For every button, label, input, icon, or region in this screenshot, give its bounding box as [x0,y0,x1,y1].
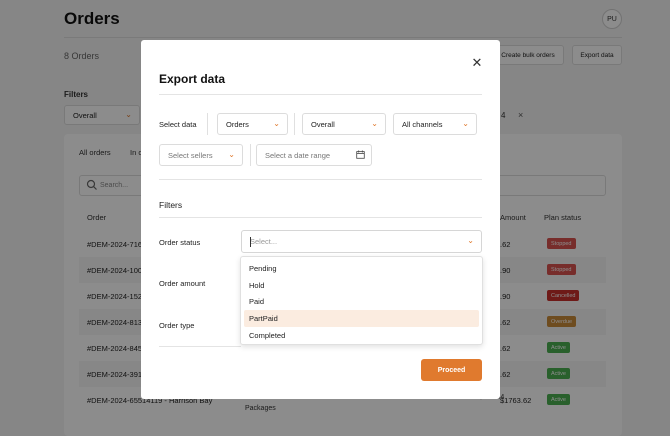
divider [159,346,241,347]
chevron-down-icon: ⌄ [462,119,469,128]
order-status-dropdown: Pending Hold Paid PartPaid Completed [240,256,483,345]
proceed-button[interactable]: Proceed [421,359,482,381]
sellers-select[interactable]: Select sellers ⌄ [159,144,243,166]
data-type-value: Orders [226,120,249,129]
text-caret [250,237,251,247]
order-amount-label: Order amount [159,279,206,288]
divider [159,94,482,95]
option-hold[interactable]: Hold [244,277,479,294]
order-status-label: Order status [159,238,201,247]
divider [250,144,251,166]
channels-select[interactable]: All channels ⌄ [393,113,477,135]
select-data-label: Select data [159,120,197,129]
export-data-modal: Export data ✕ Select data Orders ⌄ Overa… [141,40,500,399]
close-icon[interactable]: ✕ [470,56,484,70]
date-range-placeholder: Select a date range [265,151,331,160]
modal-title: Export data [159,72,226,86]
date-range-input[interactable]: Select a date range [256,144,372,166]
order-type-label: Order type [159,321,195,330]
option-paid[interactable]: Paid [244,293,479,310]
order-status-placeholder: Select... [250,237,278,246]
option-partpaid[interactable]: PartPaid [244,310,479,327]
data-type-select[interactable]: Orders ⌄ [217,113,288,135]
order-status-select[interactable]: Select... ⌄ [241,230,482,253]
divider [159,217,482,218]
chevron-down-icon: ⌄ [228,150,235,159]
calendar-icon [356,150,365,159]
chevron-down-icon: ⌄ [273,119,280,128]
sellers-placeholder: Select sellers [168,151,213,160]
divider [207,113,208,135]
filters-heading: Filters [159,200,183,210]
chevron-down-icon: ⌄ [371,119,378,128]
divider [159,179,482,180]
divider [294,113,295,135]
option-pending[interactable]: Pending [244,260,479,277]
option-completed[interactable]: Completed [244,327,479,344]
scope-value: Overall [311,120,335,129]
chevron-down-icon: ⌄ [467,236,474,245]
channels-value: All channels [402,120,443,129]
scope-select[interactable]: Overall ⌄ [302,113,386,135]
